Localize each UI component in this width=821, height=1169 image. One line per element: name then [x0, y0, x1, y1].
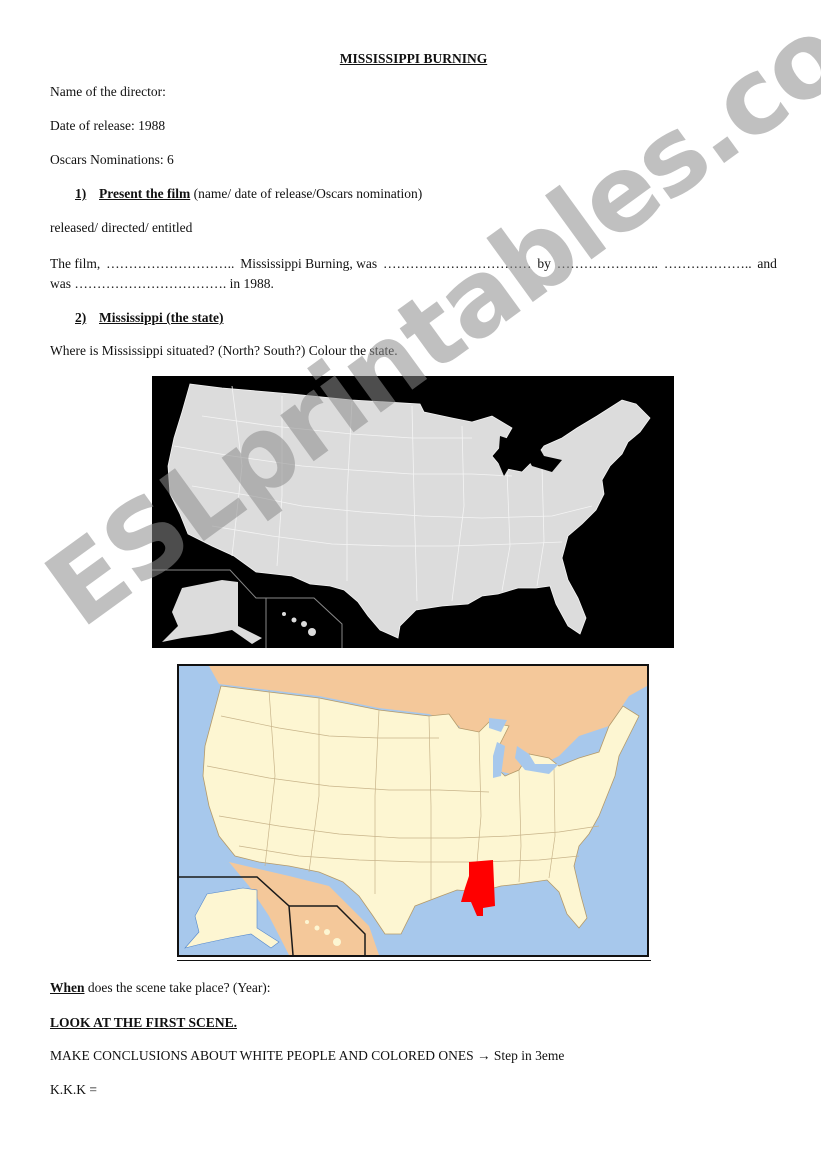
gap-text-2: Mississippi Burning, was — [240, 256, 378, 271]
conclusions-step: Step in 3eme — [490, 1048, 565, 1063]
mississippi-highlight-map — [177, 664, 649, 957]
section2-number: 2) — [75, 310, 87, 325]
map-underline — [177, 960, 651, 961]
gap-text-1: The film, — [50, 256, 101, 271]
arrow-right-icon: → — [477, 1048, 491, 1063]
gap-text-5: was — [50, 276, 71, 291]
blank-usa-map — [152, 376, 674, 648]
section1-heading: 1) Present the film (name/ date of releas… — [50, 186, 422, 202]
oscars-field: Oscars Nominations: 6 — [50, 152, 174, 167]
conclusions-text: MAKE CONCLUSIONS ABOUT WHITE PEOPLE AND … — [50, 1048, 478, 1063]
page-title: MISSISSIPPI BURNING — [339, 51, 488, 66]
director-field: Name of the director: — [50, 84, 166, 99]
section1-title: Present the film — [99, 186, 191, 201]
gap-fill-paragraph: The film, ……………………….. Mississippi Burnin… — [50, 254, 777, 294]
word-bank: released/ directed/ entitled — [50, 220, 193, 235]
when-rest: does the scene take place? (Year): — [84, 980, 271, 995]
worksheet-page: MISSISSIPPI BURNING Name of the director… — [0, 0, 821, 1169]
gap-blank-4[interactable]: ……………….. — [664, 254, 752, 274]
mississippi-highlight-map-svg — [179, 666, 647, 955]
gap-text-4: and — [757, 256, 777, 271]
gap-blank-1[interactable]: ……………………….. — [106, 254, 234, 274]
location-question: Where is Mississippi situated? (North? S… — [50, 343, 398, 358]
blank-usa-map-svg — [152, 383, 651, 648]
look-heading: LOOK AT THE FIRST SCENE. — [50, 1015, 237, 1030]
gap-text-3: by — [537, 256, 551, 271]
gap-text-6: in 1988. — [229, 276, 274, 291]
section1-number: 1) — [75, 186, 87, 201]
kkk-definition: K.K.K = — [50, 1082, 97, 1097]
contiguous-us-shape — [167, 383, 651, 639]
section2-heading: 2) Mississippi (the state) — [50, 310, 224, 326]
section1-hint: (name/ date of release/Oscars nomination… — [190, 186, 423, 201]
gap-blank-3[interactable]: ………………….. — [557, 254, 658, 274]
conclusions-instruction: MAKE CONCLUSIONS ABOUT WHITE PEOPLE AND … — [50, 1048, 564, 1064]
release-date-field: Date of release: 1988 — [50, 118, 166, 133]
hawaii-shape — [282, 612, 316, 636]
alaska-shape — [162, 580, 262, 644]
gap-blank-2[interactable]: …………………………… — [383, 254, 532, 274]
when-question: When does the scene take place? (Year): — [50, 980, 271, 996]
gap-blank-5[interactable]: ……………………………. — [74, 276, 226, 291]
when-keyword: When — [50, 980, 85, 995]
section2-title: Mississippi (the state) — [99, 310, 224, 325]
